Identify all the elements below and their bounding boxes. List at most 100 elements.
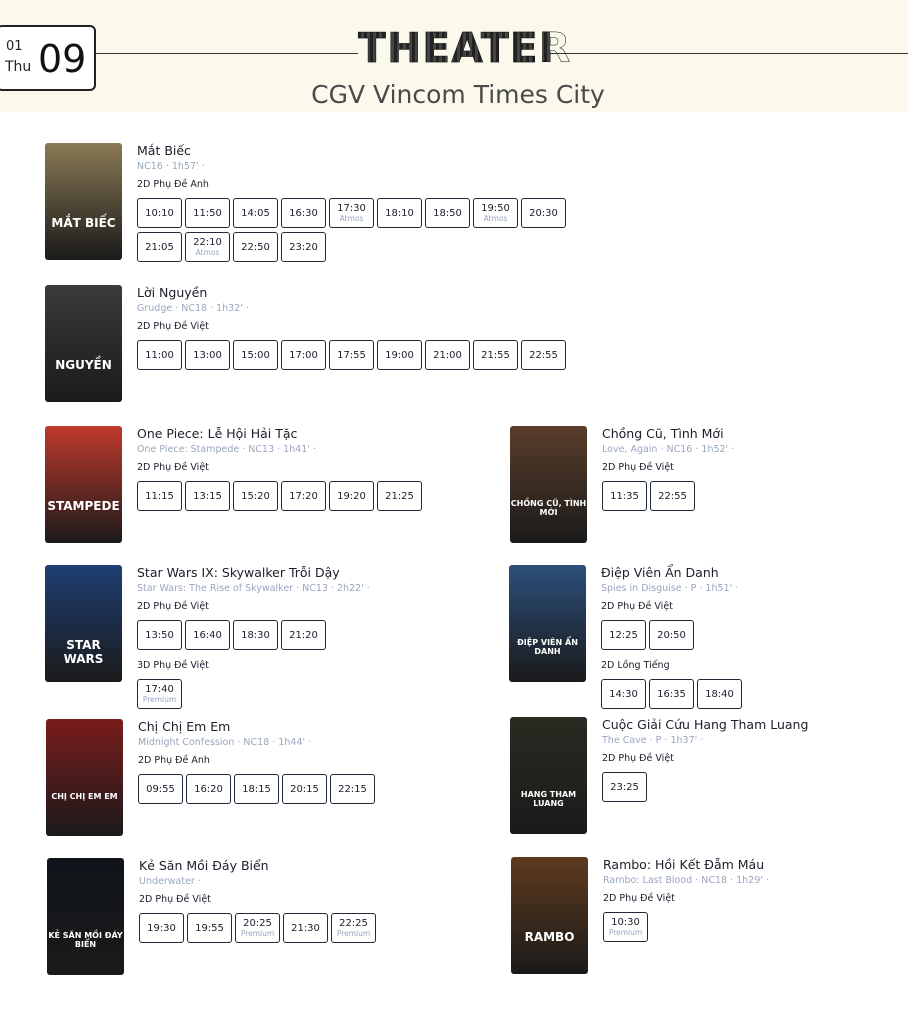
showtime-button[interactable]: 18:40 bbox=[697, 679, 742, 709]
showtime-button[interactable]: 10:10 bbox=[137, 198, 182, 228]
showtime-list: 14:30 16:35 18:40 bbox=[601, 679, 908, 713]
showtime-button[interactable]: 11:35 bbox=[602, 481, 647, 511]
showtime-button[interactable]: 19:55 bbox=[187, 913, 232, 943]
showtime-time: 19:00 bbox=[385, 349, 414, 361]
showtime-button[interactable]: 14:30 bbox=[601, 679, 646, 709]
movie-poster[interactable]: RAMBO bbox=[511, 857, 588, 974]
showtime-button[interactable]: 17:30 Atmos bbox=[329, 198, 374, 228]
showtime-time: 11:15 bbox=[145, 490, 174, 502]
movie-title[interactable]: Cuộc Giải Cứu Hang Tham Luang bbox=[602, 717, 908, 732]
showtime-button[interactable]: 22:15 bbox=[330, 774, 375, 804]
showtime-button[interactable]: 19:50 Atmos bbox=[473, 198, 518, 228]
format-label: 2D Phụ Đề Việt bbox=[603, 893, 675, 904]
showtime-button[interactable]: 21:05 bbox=[137, 232, 182, 262]
showtime-button[interactable]: 15:20 bbox=[233, 481, 278, 511]
showtime-button[interactable]: 20:30 bbox=[521, 198, 566, 228]
showtime-time: 22:55 bbox=[658, 490, 687, 502]
showtime-button[interactable]: 14:05 bbox=[233, 198, 278, 228]
showtime-button[interactable]: 16:35 bbox=[649, 679, 694, 709]
showtime-button[interactable]: 22:55 bbox=[521, 340, 566, 370]
movie-poster[interactable]: STAR WARS bbox=[45, 565, 122, 682]
showtime-time: 16:30 bbox=[289, 207, 318, 219]
movie-title[interactable]: Mắt Biếc bbox=[137, 143, 577, 158]
showtime-button[interactable]: 19:30 bbox=[139, 913, 184, 943]
showtime-button[interactable]: 13:00 bbox=[185, 340, 230, 370]
movie-meta: Spies in Disguise · P · 1h51' · bbox=[601, 583, 739, 594]
showtime-button[interactable]: 18:30 bbox=[233, 620, 278, 650]
showtime-button[interactable]: 11:50 bbox=[185, 198, 230, 228]
movie-poster[interactable]: MẮT BIẾC bbox=[45, 143, 122, 260]
showtime-button[interactable]: 18:10 bbox=[377, 198, 422, 228]
showtime-button[interactable]: 13:50 bbox=[137, 620, 182, 650]
showtime-button[interactable]: 16:30 bbox=[281, 198, 326, 228]
showtime-button[interactable]: 12:25 bbox=[601, 620, 646, 650]
showtime-button[interactable]: 17:55 bbox=[329, 340, 374, 370]
movie-info: Điệp Viên Ẩn Danh Spies in Disguise · P ·… bbox=[601, 565, 908, 713]
showtime-button[interactable]: 23:25 bbox=[602, 772, 647, 802]
showtime-button[interactable]: 23:20 bbox=[281, 232, 326, 262]
showtime-time: 17:00 bbox=[289, 349, 318, 361]
movie-poster[interactable]: CHỊ CHỊ EM EM bbox=[46, 719, 123, 836]
showtime-button[interactable]: 16:20 bbox=[186, 774, 231, 804]
movie-title[interactable]: Chồng Cũ, Tình Mới bbox=[602, 426, 908, 441]
header: 01 Thu 09 THEATER CGV Vincom Times City bbox=[0, 0, 908, 112]
movie-poster[interactable]: NGUYỀN bbox=[45, 285, 122, 402]
movie-title[interactable]: Điệp Viên Ẩn Danh bbox=[601, 565, 908, 580]
poster-title-text: CHỒNG CŨ, TÌNH MỚI bbox=[510, 498, 587, 517]
showtime-time: 18:10 bbox=[385, 207, 414, 219]
showtime-button[interactable]: 20:15 bbox=[282, 774, 327, 804]
showtime-button[interactable]: 22:25 Premium bbox=[331, 913, 376, 943]
movie-title[interactable]: Rambo: Hồi Kết Đẫm Máu bbox=[603, 857, 908, 872]
format-label: 2D Phụ Đề Anh bbox=[137, 179, 209, 190]
showtime-button[interactable]: 18:15 bbox=[234, 774, 279, 804]
showtime-time: 22:10 bbox=[193, 237, 222, 248]
cinema-name: CGV Vincom Times City bbox=[311, 80, 605, 109]
showtime-button[interactable]: 11:15 bbox=[137, 481, 182, 511]
showtime-button[interactable]: 17:20 bbox=[281, 481, 326, 511]
movie-meta: The Cave · P · 1h37' · bbox=[602, 735, 704, 746]
showtime-button[interactable]: 21:55 bbox=[473, 340, 518, 370]
showtime-button[interactable]: 22:55 bbox=[650, 481, 695, 511]
movie-poster[interactable]: CHỒNG CŨ, TÌNH MỚI bbox=[510, 426, 587, 543]
theater-logo-text: THEATER bbox=[358, 24, 572, 72]
showtime-button[interactable]: 10:30 Premium bbox=[603, 912, 648, 942]
movie-poster[interactable]: STAMPEDE bbox=[45, 426, 122, 543]
showtime-time: 13:00 bbox=[193, 349, 222, 361]
movie-poster[interactable]: ĐIỆP VIÊN ẨN DANH bbox=[509, 565, 586, 682]
showtime-button[interactable]: 20:50 bbox=[649, 620, 694, 650]
showtime-list: 12:25 20:50 bbox=[601, 620, 908, 654]
showtime-button[interactable]: 22:10 Atmos bbox=[185, 232, 230, 262]
showtime-button[interactable]: 15:00 bbox=[233, 340, 278, 370]
showtime-button[interactable]: 19:20 bbox=[329, 481, 374, 511]
showtime-button[interactable]: 11:00 bbox=[137, 340, 182, 370]
showtime-button[interactable]: 13:15 bbox=[185, 481, 230, 511]
showtime-tag: Atmos bbox=[339, 214, 364, 223]
showtime-button[interactable]: 21:20 bbox=[281, 620, 326, 650]
showtime-time: 18:40 bbox=[705, 688, 734, 700]
showtime-time: 15:00 bbox=[241, 349, 270, 361]
movie-poster[interactable]: KẺ SĂN MỒI ĐÁY BIỂN bbox=[47, 858, 124, 975]
showtime-time: 16:40 bbox=[193, 629, 222, 641]
showtime-button[interactable]: 17:00 bbox=[281, 340, 326, 370]
showtime-time: 13:15 bbox=[193, 490, 222, 502]
showtime-button[interactable]: 16:40 bbox=[185, 620, 230, 650]
format-label: 2D Lồng Tiếng bbox=[601, 660, 670, 671]
showtime-button[interactable]: 21:25 bbox=[377, 481, 422, 511]
showtime-button[interactable]: 22:50 bbox=[233, 232, 278, 262]
showtime-time: 21:25 bbox=[385, 490, 414, 502]
showtime-button[interactable]: 09:55 bbox=[138, 774, 183, 804]
movie-title[interactable]: Lời Nguyền bbox=[137, 285, 577, 300]
showtime-time: 21:55 bbox=[481, 349, 510, 361]
showtime-button[interactable]: 21:00 bbox=[425, 340, 470, 370]
format-label: 2D Phụ Đề Việt bbox=[602, 462, 674, 473]
showtime-list: 11:00 13:00 15:00 17:00 17:55 19:00 21:00 21:55… bbox=[137, 340, 577, 374]
showtime-time: 22:25 bbox=[339, 918, 368, 929]
movie-poster[interactable]: HANG THAM LUANG bbox=[510, 717, 587, 834]
showtime-time: 19:55 bbox=[195, 922, 224, 934]
showtime-button[interactable]: 20:25 Premium bbox=[235, 913, 280, 943]
showtime-time: 17:20 bbox=[289, 490, 318, 502]
showtime-button[interactable]: 17:40 Premium bbox=[137, 679, 182, 709]
showtime-button[interactable]: 21:30 bbox=[283, 913, 328, 943]
showtime-button[interactable]: 18:50 bbox=[425, 198, 470, 228]
showtime-button[interactable]: 19:00 bbox=[377, 340, 422, 370]
